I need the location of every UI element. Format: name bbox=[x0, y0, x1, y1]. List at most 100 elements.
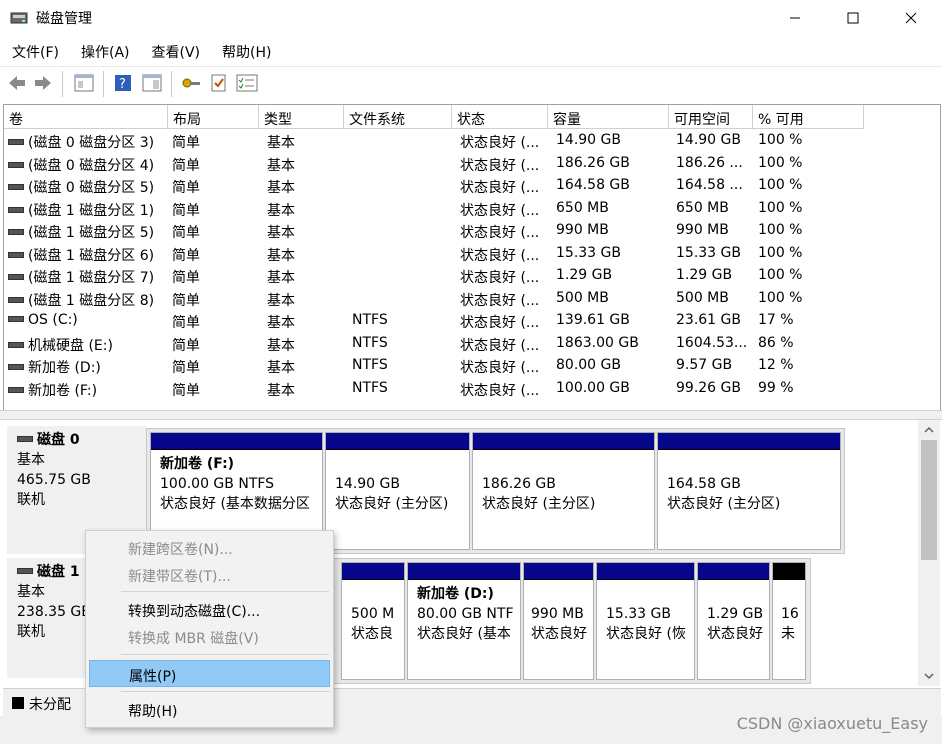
cell-fs: NTFS bbox=[352, 379, 388, 396]
cell-pct: 100 % bbox=[758, 154, 803, 171]
menu-item-new-spanned-volume[interactable]: 新建跨区卷(N)... bbox=[89, 534, 330, 561]
cell-layout: 简单 bbox=[172, 382, 200, 399]
disk-1-unallocated[interactable]: 16 未 bbox=[772, 562, 806, 680]
menu-item-convert-mbr[interactable]: 转换成 MBR 磁盘(V) bbox=[89, 623, 330, 650]
table-row[interactable]: (磁盘 0 磁盘分区 5) 简单 基本 状态良好 (... 164.58 GB 164.5… bbox=[4, 175, 940, 198]
cell-status: 状态良好 (... bbox=[460, 292, 540, 309]
menu-file[interactable]: 文件(F) bbox=[0, 38, 69, 64]
cell-free: 164.58 ... bbox=[676, 177, 743, 193]
col-header-status[interactable]: 状态 bbox=[452, 105, 548, 129]
disk-1-partition-6[interactable]: 15.33 GB 状态良好 (恢 bbox=[596, 562, 695, 680]
cell-status: 状态良好 (... bbox=[460, 202, 540, 219]
menu-help[interactable]: 帮助(H) bbox=[210, 38, 281, 64]
pane-splitter[interactable] bbox=[0, 410, 942, 420]
disk-1-partition-d[interactable]: 新加卷 (D:) 80.00 GB NTF 状态良好 (基本 bbox=[407, 562, 521, 680]
col-header-filesystem[interactable]: 文件系统 bbox=[344, 105, 452, 129]
volume-icon bbox=[8, 364, 24, 370]
table-row[interactable]: (磁盘 0 磁盘分区 4) 简单 基本 状态良好 (... 186.26 GB 186.2… bbox=[4, 153, 940, 176]
menu-item-properties[interactable]: 属性(P) bbox=[89, 660, 330, 687]
col-header-percent-free[interactable]: % 可用 bbox=[753, 105, 864, 129]
partition-size: 1.29 GB bbox=[707, 606, 764, 622]
scrollbar-thumb[interactable] bbox=[921, 440, 937, 560]
partition-size: 500 M bbox=[351, 606, 395, 622]
cell-layout: 简单 bbox=[172, 180, 200, 196]
disk-0-partition-4[interactable]: 186.26 GB 状态良好 (主分区) bbox=[472, 432, 655, 550]
col-header-type[interactable]: 类型 bbox=[259, 105, 344, 129]
menu-item-new-striped-volume[interactable]: 新建带区卷(T)... bbox=[89, 561, 330, 588]
table-row[interactable]: (磁盘 1 磁盘分区 1) 简单 基本 状态良好 (... 650 MB 650 MB 10… bbox=[4, 198, 940, 221]
table-row[interactable]: (磁盘 1 磁盘分区 8) 简单 基本 状态良好 (... 500 MB 500 MB 10… bbox=[4, 288, 940, 311]
col-header-layout[interactable]: 布局 bbox=[168, 105, 259, 129]
menu-item-help[interactable]: 帮助(H) bbox=[89, 696, 330, 723]
disk-1-partition-8[interactable]: 500 M 状态良 bbox=[341, 562, 405, 680]
partition-status: 状态良好 (基本 bbox=[417, 626, 511, 642]
partition-bar bbox=[658, 433, 840, 450]
cell-cap: 990 MB bbox=[556, 222, 609, 238]
cell-layout: 简单 bbox=[172, 270, 200, 286]
table-row[interactable]: OS (C:) 简单 基本 NTFS 状态良好 (... 139.61 GB 23.61 G… bbox=[4, 310, 940, 333]
scroll-up-icon[interactable] bbox=[924, 426, 934, 434]
scroll-down-icon[interactable] bbox=[924, 672, 934, 680]
menu-action[interactable]: 操作(A) bbox=[69, 38, 140, 64]
partition-status: 状态良好 (主分区) bbox=[667, 496, 781, 512]
volume-list: 卷 布局 类型 文件系统 状态 容量 可用空间 % 可用 (磁盘 0 磁盘分区 … bbox=[3, 104, 941, 410]
volume-name: (磁盘 0 磁盘分区 5) bbox=[28, 180, 155, 196]
table-row[interactable]: (磁盘 1 磁盘分区 7) 简单 基本 状态良好 (... 1.29 GB 1.29 GB… bbox=[4, 265, 940, 288]
close-button[interactable] bbox=[881, 0, 941, 36]
help-icon[interactable]: ? bbox=[112, 72, 134, 94]
cell-layout: 简单 bbox=[172, 360, 200, 376]
back-arrow-icon[interactable] bbox=[6, 72, 28, 94]
cell-cap: 139.61 GB bbox=[556, 312, 630, 328]
disk-icon bbox=[17, 568, 33, 574]
cell-layout: 简单 bbox=[172, 135, 200, 151]
col-header-volume[interactable]: 卷 bbox=[4, 105, 168, 129]
partition-status: 状态良好 (主分区) bbox=[482, 496, 596, 512]
disk-0-partition-5[interactable]: 164.58 GB 状态良好 (主分区) bbox=[657, 432, 841, 550]
cell-layout: 简单 bbox=[172, 225, 200, 241]
cell-pct: 86 % bbox=[758, 334, 794, 351]
checklist-edit-icon[interactable] bbox=[208, 72, 230, 94]
cell-cap: 100.00 GB bbox=[556, 379, 630, 396]
forward-arrow-icon[interactable] bbox=[32, 72, 54, 94]
partition-bar bbox=[698, 563, 769, 580]
col-header-capacity[interactable]: 容量 bbox=[548, 105, 669, 129]
partition-name bbox=[667, 454, 840, 474]
table-row[interactable]: (磁盘 1 磁盘分区 6) 简单 基本 状态良好 (... 15.33 GB 15.33 … bbox=[4, 243, 940, 266]
col-header-free-space[interactable]: 可用空间 bbox=[669, 105, 753, 129]
disk-map-scrollbar[interactable] bbox=[918, 420, 940, 686]
partition-status: 状态良 bbox=[351, 626, 393, 642]
menu-item-convert-dynamic[interactable]: 转换到动态磁盘(C)... bbox=[89, 596, 330, 623]
cell-vol: (磁盘 1 磁盘分区 6) bbox=[8, 245, 166, 265]
cell-layout: 简单 bbox=[172, 292, 200, 309]
table-row[interactable]: 新加卷 (F:) 简单 基本 NTFS 状态良好 (... 100.00 GB 99.26 … bbox=[4, 378, 940, 401]
cell-vol: (磁盘 1 磁盘分区 1) bbox=[8, 200, 166, 220]
table-row[interactable]: (磁盘 1 磁盘分区 5) 简单 基本 状态良好 (... 990 MB 990 MB 10… bbox=[4, 220, 940, 243]
key-icon[interactable] bbox=[180, 72, 202, 94]
cell-type: 基本 bbox=[267, 270, 295, 286]
volume-icon bbox=[8, 206, 24, 213]
disk-1-partition-5[interactable]: 990 MB 状态良好 bbox=[523, 562, 594, 680]
volume-icon bbox=[8, 139, 24, 145]
disk-1-partition-7[interactable]: 1.29 GB 状态良好 bbox=[697, 562, 770, 680]
partition-bar bbox=[151, 433, 322, 450]
cell-cap: 80.00 GB bbox=[556, 357, 621, 373]
show-hide-tree-icon[interactable] bbox=[73, 72, 95, 94]
cell-vol: (磁盘 0 磁盘分区 5) bbox=[8, 177, 166, 197]
cell-cap: 14.90 GB bbox=[556, 132, 621, 148]
properties-pane-icon[interactable] bbox=[141, 72, 163, 94]
title-bar: 磁盘管理 bbox=[0, 0, 942, 36]
volume-name: (磁盘 1 磁盘分区 1) bbox=[28, 202, 155, 219]
partition-name bbox=[482, 454, 654, 474]
checklist-view-icon[interactable] bbox=[236, 72, 258, 94]
table-row[interactable]: 新加卷 (D:) 简单 基本 NTFS 状态良好 (... 80.00 GB 9.57 GB… bbox=[4, 355, 940, 378]
table-row[interactable]: 机械硬盘 (E:) 简单 基本 NTFS 状态良好 (... 1863.00 GB 1604… bbox=[4, 333, 940, 356]
cell-layout: 简单 bbox=[172, 202, 200, 219]
maximize-button[interactable] bbox=[823, 0, 883, 36]
cell-pct: 100 % bbox=[758, 222, 803, 238]
minimize-button[interactable] bbox=[765, 0, 825, 36]
cell-cap: 1863.00 GB bbox=[556, 334, 639, 351]
menu-view[interactable]: 查看(V) bbox=[140, 38, 211, 64]
volume-icon bbox=[8, 184, 24, 190]
table-row[interactable]: (磁盘 0 磁盘分区 3) 简单 基本 状态良好 (... 14.90 GB 14.90 … bbox=[4, 130, 940, 153]
disk-0-partition-3[interactable]: 14.90 GB 状态良好 (主分区) bbox=[325, 432, 470, 550]
